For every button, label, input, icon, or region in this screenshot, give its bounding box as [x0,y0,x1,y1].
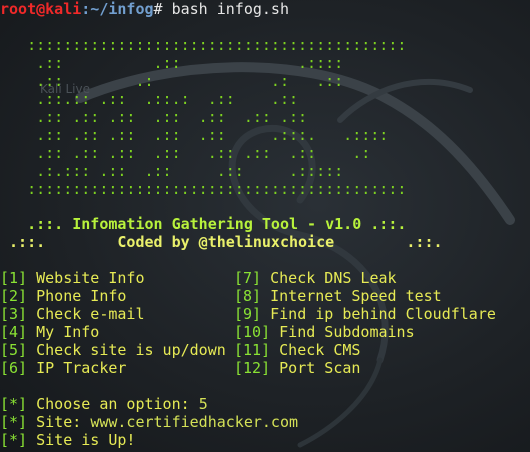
banner-line: .:: .:: .:: .:: .:: .:: .:: .: [0,144,371,162]
choose-option-line[interactable]: [*] Choose an option: 5 [0,395,208,413]
menu-item-2: [2] Phone Info [0,287,127,305]
prompt-command: bash infog.sh [162,0,289,18]
tool-title: .::. Infomation Gathering Tool - v1.0 .:… [0,215,407,233]
menu-item-4: [4] My Info [0,323,100,341]
menu-item-3: [3] Check e-mail [0,305,145,323]
menu-item-5: [5] Check site is up/down [0,341,226,359]
banner-line: ::::::::::::::::::::::::::::::::::::::::… [0,36,407,54]
menu-item-10: [10] Find Subdomains [234,323,415,341]
banner-line: .:: .:: .:: .:: .:: .:::. .:::: [0,126,389,144]
menu-item-8: [8] Internet Speed test [234,287,442,305]
banner-line: .:.::: .:: .:: .:: .::::: [0,162,344,180]
site-status-line: [*] Site is Up! [0,431,136,449]
banner-line: .:: .:: .:: .:: .:: .:: .:: [0,108,308,126]
option-input-value[interactable]: 5 [199,395,208,413]
prompt-symbol: # [153,0,163,18]
shell-prompt-line: root@kali:~/infog# bash infog.sh [0,0,289,18]
banner-line: .:: .: .: .:: [0,72,344,90]
banner-line: ::::::::::::::::::::::::::::::::::::::::… [0,180,407,198]
menu-item-11: [11] Check CMS [234,341,361,359]
menu-item-6: [6] IP Tracker [0,359,127,377]
menu-item-1: [1] Website Info [0,269,145,287]
site-input-value[interactable]: www.certifiedhacker.com [90,413,298,431]
menu-item-12: [12] Port Scan [234,359,361,377]
terminal-window[interactable]: Kali Live root@kali:~/infog# bash infog.… [0,0,530,452]
site-input-line[interactable]: [*] Site: www.certifiedhacker.com [0,413,298,431]
banner-line: .::.:: .:: .::.: .:: .:: [0,90,299,108]
tool-credit: .::. Coded by @thelinuxchoice .::. [0,233,443,251]
banner-line: .:: .:: .:::: [0,54,344,72]
prompt-path: :~/infog [81,0,154,18]
prompt-user-host: root@kali [0,0,82,18]
menu-item-7: [7] Check DNS Leak [234,269,397,287]
menu-item-9: [9] Find ip behind Cloudflare [234,305,496,323]
